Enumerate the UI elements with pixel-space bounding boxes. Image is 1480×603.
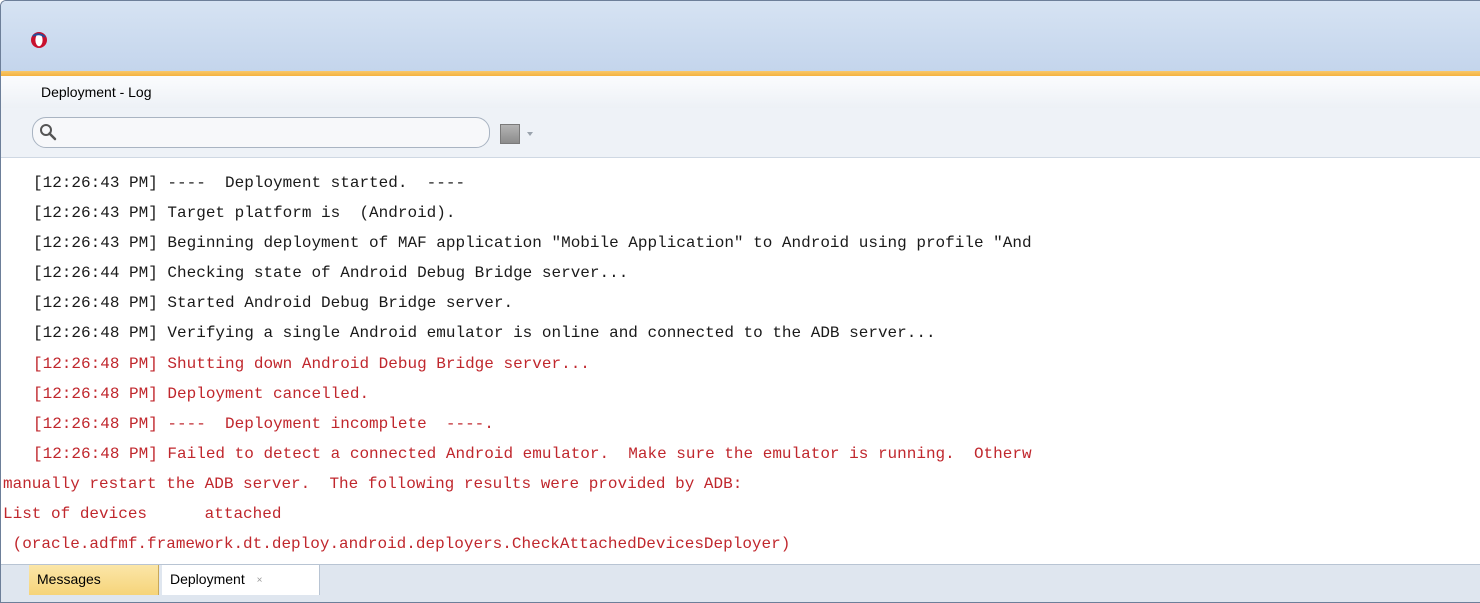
- app-logo-icon: [31, 32, 47, 48]
- log-line: [12:26:48 PM] Deployment cancelled.: [33, 385, 370, 403]
- stop-button[interactable]: [500, 122, 540, 146]
- panel-title: Deployment - Log: [41, 84, 152, 100]
- tab-label: Deployment: [170, 571, 245, 587]
- log-line: [12:26:48 PM] Failed to detect a connect…: [33, 445, 1032, 463]
- deployment-log-window: Deployment - Log [12:26:43 PM] ---- Depl…: [0, 0, 1480, 603]
- tab-label: Messages: [37, 571, 101, 587]
- log-line: [12:26:48 PM] Started Android Debug Brid…: [33, 294, 514, 312]
- chevron-down-icon[interactable]: [525, 129, 535, 139]
- close-icon[interactable]: ×: [257, 575, 263, 586]
- log-line: [12:26:43 PM] Target platform is (Androi…: [33, 204, 456, 222]
- tab-deployment[interactable]: Deployment ×: [162, 565, 320, 595]
- log-line: manually restart the ADB server. The fol…: [3, 475, 743, 493]
- panel-header: Deployment - Log: [1, 76, 1480, 108]
- bottom-tab-bar: Messages Deployment ×: [1, 564, 1480, 602]
- log-line: [12:26:48 PM] Shutting down Android Debu…: [33, 355, 590, 373]
- stop-icon: [500, 124, 520, 144]
- window-titlebar[interactable]: [1, 1, 1480, 71]
- log-output[interactable]: [12:26:43 PM] ---- Deployment started. -…: [1, 159, 1480, 564]
- log-line: [12:26:48 PM] ---- Deployment incomplete…: [33, 415, 494, 433]
- log-toolbar: [1, 108, 1480, 158]
- log-line: [12:26:44 PM] Checking state of Android …: [33, 264, 629, 282]
- log-line: [12:26:43 PM] Beginning deployment of MA…: [33, 234, 1032, 252]
- log-line: [12:26:48 PM] Verifying a single Android…: [33, 324, 936, 342]
- log-line: [12:26:43 PM] ---- Deployment started. -…: [33, 174, 466, 192]
- log-line: List of devices attached: [3, 505, 282, 523]
- tab-messages[interactable]: Messages: [29, 565, 159, 595]
- search-field[interactable]: [32, 117, 490, 148]
- search-input[interactable]: [63, 122, 483, 144]
- search-icon: [40, 124, 57, 141]
- log-line: (oracle.adfmf.framework.dt.deploy.androi…: [3, 535, 791, 553]
